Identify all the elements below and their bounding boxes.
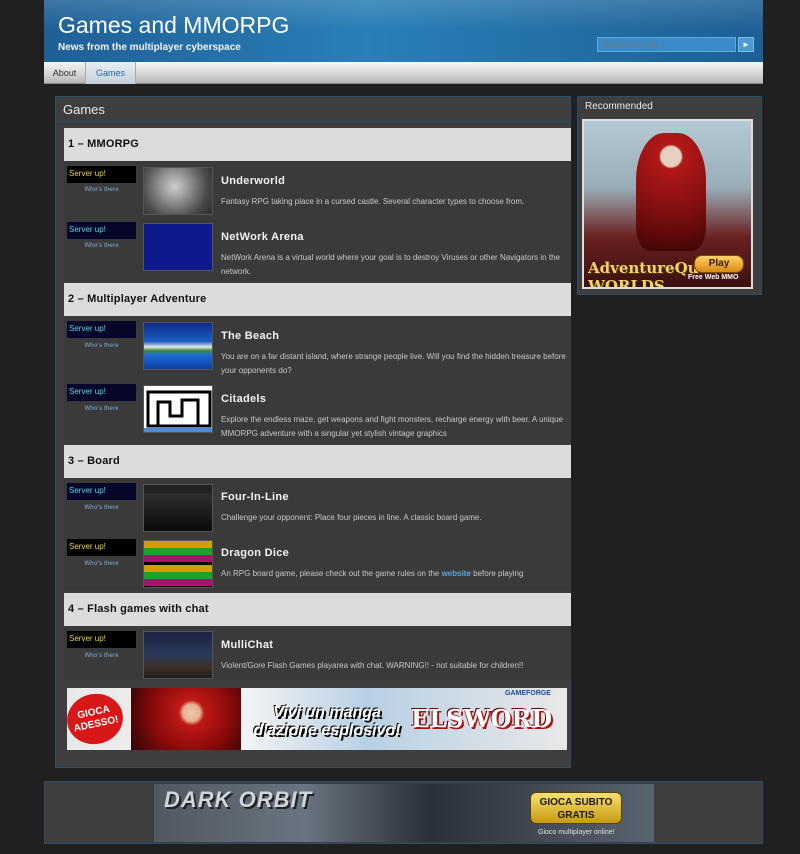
- website-link[interactable]: website: [442, 569, 471, 578]
- game-thumbnail[interactable]: [143, 223, 213, 271]
- whos-there-link[interactable]: Who's there: [67, 505, 136, 511]
- whos-there-link[interactable]: Who's there: [67, 243, 136, 249]
- game-title[interactable]: Four-In-Line: [221, 491, 289, 503]
- game-description: Challenge your opponent: Place four piec…: [221, 513, 482, 522]
- game-title[interactable]: NetWork Arena: [221, 231, 304, 243]
- server-status: Server up!: [67, 166, 136, 183]
- server-status: Server up!: [67, 483, 136, 500]
- ad-subtitle: Free Web MMO: [688, 274, 739, 281]
- game-description: Explore the endless maze, get weapons an…: [221, 415, 563, 438]
- main-nav: About Games: [44, 62, 763, 84]
- game-description: You are on a far distant island, where s…: [221, 352, 566, 375]
- game-description: An RPG board game, please check out the …: [221, 567, 566, 581]
- game-title[interactable]: Citadels: [221, 393, 266, 405]
- play-now-badge: GIOCA ADESSO!: [67, 688, 128, 750]
- elsword-ad-banner[interactable]: GIOCA ADESSO! Vivi un manga d'azione esp…: [67, 688, 567, 750]
- darkorbit-logo: DARK ORBIT: [164, 787, 313, 812]
- recommended-panel: Recommended AdventureQuest WORLDS Play F…: [577, 96, 762, 295]
- recommended-title: Recommended: [585, 101, 653, 112]
- footer: DARK ORBIT GIOCA SUBITO GRATIS Gioco mul…: [44, 781, 763, 844]
- description-text: before playing: [470, 569, 524, 578]
- banner-headline: Vivi un manga d'azione esplosivo!: [237, 704, 417, 740]
- server-status: Server up!: [67, 321, 136, 338]
- game-title[interactable]: MulliChat: [221, 639, 273, 651]
- game-title[interactable]: Underworld: [221, 175, 285, 187]
- darkorbit-ad-banner[interactable]: DARK ORBIT GIOCA SUBITO GRATIS Gioco mul…: [154, 784, 654, 842]
- game-thumbnail[interactable]: [143, 631, 213, 679]
- game-title[interactable]: The Beach: [221, 330, 279, 342]
- adventurequest-ad[interactable]: AdventureQuest WORLDS Play Free Web MMO: [582, 119, 753, 289]
- site-title[interactable]: Games and MMORPG: [58, 12, 289, 39]
- description-text: An RPG board game, please check out the …: [221, 569, 442, 578]
- whos-there-link[interactable]: Who's there: [67, 653, 136, 659]
- game-title[interactable]: Dragon Dice: [221, 547, 289, 559]
- category-header: 4 – Flash games with chat: [64, 593, 571, 626]
- category-header: 1 – MMORPG: [64, 128, 571, 161]
- category-header: 3 – Board: [64, 445, 571, 478]
- play-free-button[interactable]: GIOCA SUBITO GRATIS: [530, 792, 622, 824]
- nav-item-about[interactable]: About: [44, 62, 86, 84]
- nav-item-games[interactable]: Games: [86, 62, 136, 84]
- game-description: Fantasy RPG taking place in a cursed cas…: [221, 197, 525, 206]
- game-thumbnail[interactable]: [143, 385, 213, 433]
- search-button[interactable]: ►: [738, 37, 754, 52]
- whos-there-link[interactable]: Who's there: [67, 406, 136, 412]
- server-status: Server up!: [67, 539, 136, 556]
- game-description: Violent/Gore Flash Games playarea with c…: [221, 661, 524, 670]
- game-thumbnail[interactable]: [143, 540, 213, 588]
- server-status: Server up!: [67, 222, 136, 239]
- citadels-maze-icon: [144, 390, 212, 432]
- game-thumbnail[interactable]: [143, 167, 213, 215]
- category-header: 2 – Multiplayer Adventure: [64, 283, 571, 316]
- whos-there-link[interactable]: Who's there: [67, 187, 136, 193]
- divider: [56, 121, 570, 122]
- elsword-logo: ELSWORD: [411, 704, 553, 733]
- server-status: Server up!: [67, 384, 136, 401]
- gameforge-logo: GAMEFORGE: [505, 690, 551, 697]
- server-status: Server up!: [67, 631, 136, 648]
- banner-subtitle: Gioco multiplayer online!: [538, 829, 615, 836]
- game-thumbnail[interactable]: [143, 322, 213, 370]
- arrow-right-icon: ►: [742, 40, 750, 49]
- hero-image: [636, 133, 706, 251]
- search-input[interactable]: [597, 37, 736, 52]
- character-image: [131, 688, 241, 750]
- game-description: NetWork Arena is a virtual world where y…: [221, 253, 560, 276]
- page-title: Games: [63, 102, 105, 117]
- whos-there-link[interactable]: Who's there: [67, 343, 136, 349]
- site-header: Games and MMORPG News from the multiplay…: [44, 0, 763, 62]
- headline-line: d'azione esplosivo!: [253, 722, 401, 739]
- game-thumbnail[interactable]: [143, 484, 213, 532]
- site-tagline: News from the multiplayer cyberspace: [58, 42, 241, 53]
- whos-there-link[interactable]: Who's there: [67, 561, 136, 567]
- play-button[interactable]: Play: [694, 255, 744, 273]
- headline-line: Vivi un manga: [273, 704, 381, 721]
- games-panel: Games 1 – MMORPG Server up! Who's there …: [55, 96, 571, 768]
